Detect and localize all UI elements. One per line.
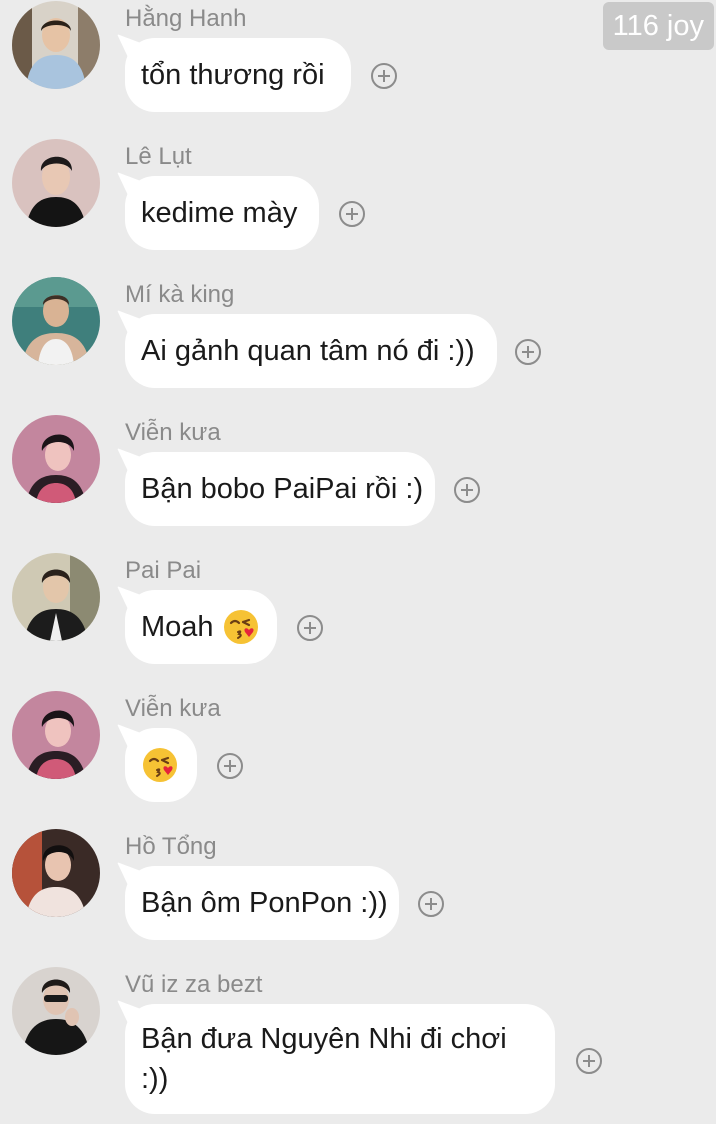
message-text: tổn thương rồi [141,58,325,91]
sender-name: Hằng Hanh [125,5,247,32]
message-text: Bận bobo PaiPai rồi :) [141,472,424,505]
sender-name: Hồ Tổng [125,833,217,860]
face-blowing-a-kiss-icon [141,746,179,784]
message-bubble[interactable]: Bận bobo PaiPai rồi :) [125,452,435,526]
avatar[interactable] [12,553,100,641]
sender-name: Lê Lụt [125,143,192,170]
sender-name: Viễn kưa [125,419,221,446]
avatar[interactable] [12,829,100,917]
avatar[interactable] [12,415,100,503]
avatar[interactable] [12,1,100,89]
message-bubble[interactable]: Bận đưa Nguyên Nhi đi chơi :)) [125,1004,555,1114]
avatar[interactable] [12,967,100,1055]
watermark-badge: 116 joy [602,2,714,50]
sender-name: Mí kà king [125,281,235,308]
message-text: Ai gảnh quan tâm nó đi :)) [141,334,475,367]
add-reaction-icon[interactable] [576,1048,602,1074]
message-text: Bận đưa Nguyên Nhi đi chơi :)) [141,1023,507,1095]
face-blowing-a-kiss-icon [222,608,260,646]
avatar[interactable] [12,691,100,779]
message-bubble[interactable]: Bận ôm PonPon :)) [125,866,399,940]
avatar[interactable] [12,139,100,227]
message-text: Moah [141,610,214,643]
message-bubble[interactable]: kedime mày [125,176,319,250]
message-bubble[interactable]: Ai gảnh quan tâm nó đi :)) [125,314,497,388]
chat-thread: 116 joy Hằng Hanh tổn thương rồi Lê Lụt … [0,0,716,1124]
add-reaction-icon[interactable] [515,339,541,365]
add-reaction-icon[interactable] [371,63,397,89]
message-text: kedime mày [141,196,298,229]
message-text: Bận ôm PonPon :)) [141,886,388,919]
sender-name: Vũ iz za bezt [125,971,263,998]
message-bubble[interactable]: tổn thương rồi [125,38,351,112]
message-bubble[interactable] [125,728,197,802]
add-reaction-icon[interactable] [454,477,480,503]
sender-name: Viễn kưa [125,695,221,722]
add-reaction-icon[interactable] [339,201,365,227]
sender-name: Pai Pai [125,557,202,584]
message-bubble[interactable]: Moah [125,590,277,664]
add-reaction-icon[interactable] [418,891,444,917]
avatar[interactable] [12,277,100,365]
add-reaction-icon[interactable] [297,615,323,641]
add-reaction-icon[interactable] [217,753,243,779]
